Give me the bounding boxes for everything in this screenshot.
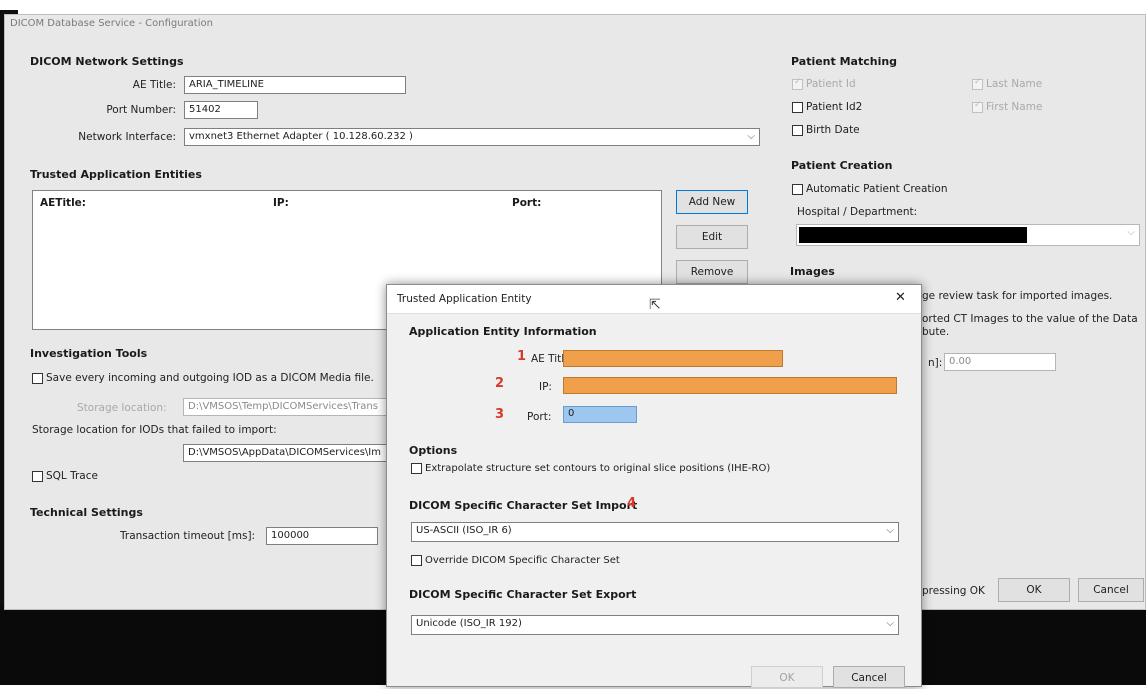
patient-id2-checkbox[interactable] [792, 101, 803, 113]
images-line3: bute. [922, 326, 950, 338]
last-name-checkbox [972, 77, 983, 90]
chevron-down-icon: ⌵ [1127, 227, 1135, 238]
timeout-label: Transaction timeout [ms]: [120, 530, 256, 542]
sql-trace-label: SQL Trace [46, 470, 98, 482]
charset-import-header: DICOM Specific Character Set Import [409, 499, 638, 512]
dialog-ip-label: IP: [539, 381, 552, 393]
override-row[interactable]: Override DICOM Specific Character Set [411, 555, 620, 567]
charset-import-combo[interactable]: US-ASCII (ISO_IR 6) ⌵ [411, 522, 899, 542]
annotation-3: 3 [495, 407, 505, 422]
failed-location-label: Storage location for IODs that failed to… [32, 424, 277, 436]
dialog-port-field[interactable]: 0 [563, 406, 637, 423]
sql-trace-row[interactable]: SQL Trace [32, 470, 98, 482]
pressing-ok-note: pressing OK [922, 585, 985, 597]
chevron-down-icon: ⌵ [747, 131, 755, 142]
network-interface-value: vmxnet3 Ethernet Adapter ( 10.128.60.232… [189, 131, 413, 142]
save-iod-checkbox[interactable] [32, 372, 43, 384]
chevron-down-icon: ⌵ [886, 525, 894, 536]
failed-location-field[interactable]: D:\VMSOS\AppData\DICOMServices\Im [183, 444, 388, 462]
images-header: Images [790, 265, 835, 278]
annotation-2: 2 [495, 376, 505, 391]
redacted-block [799, 227, 1027, 243]
screen-top-strip [0, 0, 1146, 10]
birth-date-label: Birth Date [806, 124, 860, 136]
technical-settings-header: Technical Settings [30, 506, 143, 519]
images-line1: ge review task for imported images. [922, 290, 1113, 302]
close-icon[interactable]: ✕ [895, 290, 906, 305]
storage-location-label: Storage location: [77, 402, 167, 414]
sql-trace-checkbox[interactable] [32, 470, 43, 482]
extrapolate-row[interactable]: Extrapolate structure set contours to or… [411, 463, 770, 475]
first-name-checkbox [972, 100, 983, 113]
network-interface-combo[interactable]: vmxnet3 Ethernet Adapter ( 10.128.60.232… [184, 128, 760, 146]
charset-export-combo[interactable]: Unicode (ISO_IR 192) ⌵ [411, 615, 899, 635]
port-number-label: Port Number: [106, 104, 176, 116]
mouse-cursor-icon: ⇱ [649, 297, 661, 313]
charset-import-value: US-ASCII (ISO_IR 6) [416, 525, 512, 536]
last-name-row: Last Name [972, 77, 1043, 90]
patient-id-checkbox [792, 77, 803, 90]
network-interface-label: Network Interface: [78, 131, 176, 143]
override-label: Override DICOM Specific Character Set [425, 555, 620, 566]
hospital-combo[interactable]: ⌵ [796, 224, 1140, 246]
images-field[interactable]: 0.00 [944, 353, 1056, 371]
timeout-field[interactable]: 100000 [266, 527, 378, 545]
charset-export-value: Unicode (ISO_IR 192) [416, 618, 522, 629]
extrapolate-checkbox[interactable] [411, 463, 422, 474]
save-iod-label: Save every incoming and outgoing IOD as … [46, 372, 374, 384]
patient-id-label: Patient Id [806, 78, 856, 90]
birth-date-checkbox[interactable] [792, 124, 803, 136]
birth-date-row[interactable]: Birth Date [792, 124, 860, 136]
dialog-ip-field[interactable] [563, 377, 897, 394]
dialog-port-label: Port: [527, 411, 552, 423]
patient-id-row: Patient Id [792, 77, 856, 90]
dialog-title: Trusted Application Entity [397, 293, 532, 305]
network-settings-header: DICOM Network Settings [30, 55, 184, 68]
patient-id2-row[interactable]: Patient Id2 [792, 101, 862, 113]
ae-info-header: Application Entity Information [409, 325, 597, 338]
col-ip: IP: [273, 197, 289, 209]
last-name-label: Last Name [986, 78, 1043, 90]
auto-patient-row[interactable]: Automatic Patient Creation [792, 183, 948, 195]
edit-button[interactable]: Edit [676, 225, 748, 249]
dialog-titlebar: Trusted Application Entity ✕ ⇱ [387, 285, 921, 314]
trusted-entities-header: Trusted Application Entities [30, 168, 202, 181]
dialog-ae-title-field[interactable] [563, 350, 783, 367]
window-title: DICOM Database Service - Configuration [10, 18, 213, 29]
first-name-row: First Name [972, 100, 1043, 113]
storage-location-field[interactable]: D:\VMSOS\Temp\DICOMServices\Trans [183, 398, 388, 416]
annotation-4: 4 [627, 496, 637, 511]
images-line2: orted CT Images to the value of the Data [922, 313, 1138, 325]
investigation-tools-header: Investigation Tools [30, 347, 148, 360]
charset-export-header: DICOM Specific Character Set Export [409, 588, 637, 601]
col-port: Port: [512, 197, 542, 209]
first-name-label: First Name [986, 101, 1043, 113]
images-field-label: n]: [928, 357, 943, 369]
ae-title-label: AE Title: [132, 79, 176, 91]
main-ok-button[interactable]: OK [998, 578, 1070, 602]
trusted-entity-dialog: Trusted Application Entity ✕ ⇱ Applicati… [386, 284, 922, 688]
annotation-1: 1 [517, 349, 527, 364]
override-checkbox[interactable] [411, 555, 422, 566]
chevron-down-icon: ⌵ [886, 618, 894, 629]
patient-matching-header: Patient Matching [791, 55, 898, 68]
hospital-label: Hospital / Department: [797, 206, 918, 218]
main-cancel-button[interactable]: Cancel [1078, 578, 1144, 602]
ae-title-field[interactable]: ARIA_TIMELINE [184, 76, 406, 94]
patient-creation-header: Patient Creation [791, 159, 893, 172]
col-aetitle: AETitle: [40, 197, 86, 209]
extrapolate-label: Extrapolate structure set contours to or… [425, 463, 771, 474]
auto-patient-checkbox[interactable] [792, 183, 803, 195]
auto-patient-label: Automatic Patient Creation [806, 183, 948, 195]
patient-id2-label: Patient Id2 [806, 101, 863, 113]
port-number-field[interactable]: 51402 [184, 101, 258, 119]
save-iod-checkbox-row[interactable]: Save every incoming and outgoing IOD as … [32, 372, 374, 384]
add-new-button[interactable]: Add New [676, 190, 748, 214]
options-header: Options [409, 444, 458, 457]
remove-button[interactable]: Remove [676, 260, 748, 284]
